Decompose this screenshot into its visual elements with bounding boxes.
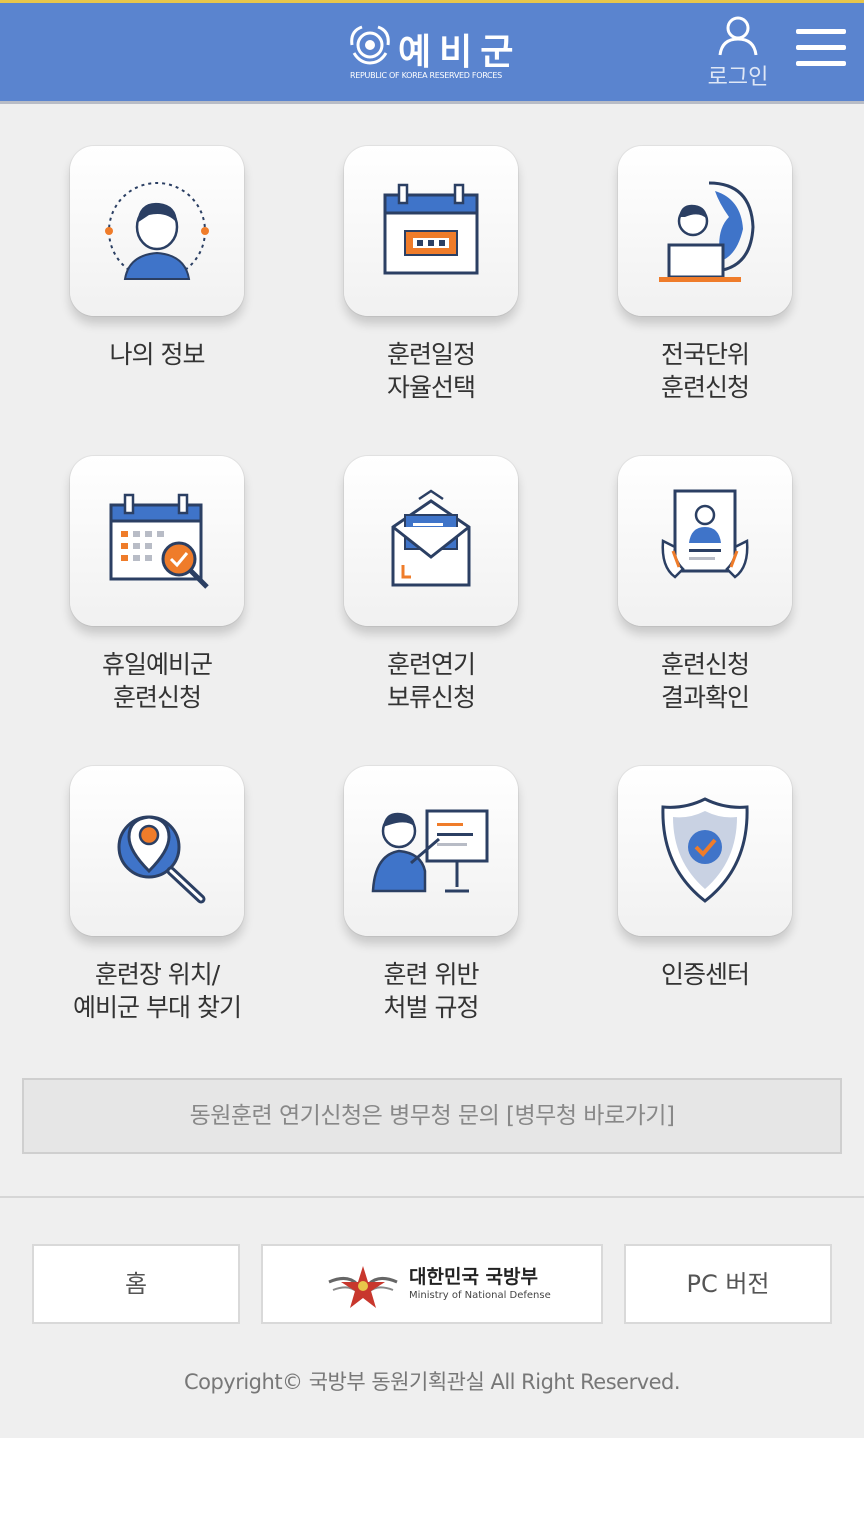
presenter-board-icon [371, 809, 489, 893]
pc-version-button[interactable]: PC 버전 [624, 1244, 832, 1324]
login-label: 로그인 [707, 65, 769, 90]
hamburger-icon [796, 29, 846, 34]
id-document-icon [661, 489, 749, 579]
login-button[interactable]: 로그인 [700, 15, 776, 95]
menu-result-check[interactable]: 훈련신청 결과확인 [548, 456, 818, 746]
mnd-title: 대한민국 국방부 [409, 1266, 538, 1288]
menu-label: 훈련장 위치/ 예비군 부대 찾기 [73, 960, 242, 1022]
brand-title: 예비군 [398, 32, 522, 73]
menu-label: 훈련연기 보류신청 [386, 650, 476, 712]
menu-label: 나의 정보 [109, 340, 206, 369]
menu-label: 인증센터 [660, 960, 750, 989]
menu-my-info[interactable]: 나의 정보 [0, 146, 270, 436]
envelope-icon [391, 489, 471, 587]
menu-label: 전국단위 훈련신청 [660, 340, 750, 402]
home-button[interactable]: 홈 [32, 1244, 240, 1324]
menu-label: 훈련 위반 처벌 규정 [383, 960, 480, 1022]
menu-button[interactable] [796, 29, 846, 75]
menu-postpone-apply[interactable]: 훈련연기 보류신청 [274, 456, 544, 746]
menu-schedule-select[interactable]: 훈련일정 자율선택 [274, 146, 544, 436]
app-header: 예비군 REPUBLIC OF KOREA RESERVED FORCES 로그… [0, 0, 864, 104]
menu-violation-rules[interactable]: 훈련 위반 처벌 규정 [274, 766, 544, 1056]
menu-nationwide-apply[interactable]: 전국단위 훈련신청 [548, 146, 818, 436]
menu-label: 휴일예비군 훈련신청 [101, 650, 213, 712]
menu-holiday-apply[interactable]: 휴일예비군 훈련신청 [0, 456, 270, 746]
mnd-subtitle: Ministry of National Defense [409, 1290, 551, 1301]
mnd-emblem-icon [328, 1266, 398, 1308]
user-profile-icon [105, 182, 209, 280]
emblem-icon [350, 25, 390, 65]
menu-auth-center[interactable]: 인증센터 [548, 766, 818, 1056]
menu-label: 훈련일정 자율선택 [386, 340, 476, 402]
mnd-link[interactable]: 대한민국 국방부 Ministry of National Defense [261, 1244, 603, 1324]
calendar-icon [383, 183, 479, 275]
shield-check-icon [661, 797, 749, 903]
brand-subtitle: REPUBLIC OF KOREA RESERVED FORCES [350, 71, 502, 80]
map-pin-search-icon [117, 815, 206, 904]
user-icon [718, 16, 758, 56]
brand-logo[interactable]: 예비군 REPUBLIC OF KOREA RESERVED FORCES [346, 21, 526, 87]
menu-grid: 나의 정보 훈련일정 자율선택 전국단위 훈련신청 휴일예비군 훈련신청 훈련연… [0, 104, 864, 1196]
mma-notice-link[interactable]: 동원훈련 연기신청은 병무청 문의 [병무청 바로가기] [22, 1078, 842, 1154]
laptop-globe-icon [659, 181, 755, 282]
footer: 홈 대한민국 국방부 Ministry of National Defense … [0, 1196, 864, 1438]
menu-find-location[interactable]: 훈련장 위치/ 예비군 부대 찾기 [0, 766, 270, 1056]
menu-label: 훈련신청 결과확인 [660, 650, 750, 712]
copyright: Copyright© 국방부 동원기획관실 All Right Reserved… [183, 1370, 681, 1394]
calendar-search-icon [109, 493, 209, 589]
